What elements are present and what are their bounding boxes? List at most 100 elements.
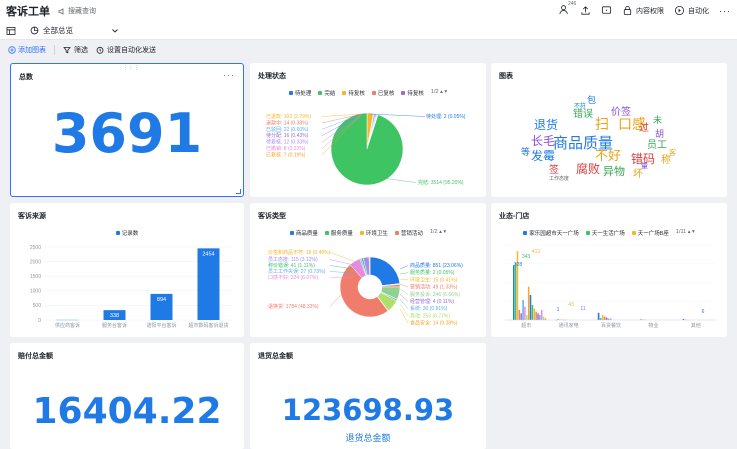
auto-send-button[interactable]: 设置自动化发送 (96, 45, 156, 55)
label-leader (329, 259, 355, 266)
chevron-down-icon (112, 28, 118, 33)
members-button[interactable]: 246 (559, 1, 576, 17)
total-count-card[interactable]: 总数 ··· ⋮⋮⋮ 3691 (10, 63, 244, 197)
wordcloud-word: 不符 (574, 102, 586, 110)
drag-handle[interactable]: ⋮⋮⋮ (123, 65, 140, 71)
automation-button[interactable]: 自动化 (674, 5, 709, 16)
label-leader (399, 265, 409, 270)
bar (513, 265, 515, 320)
x-tick-label: 通讯家电 (559, 322, 579, 329)
type-pie-card[interactable]: 客诉类型 商品质量 服务质量 环境卫生 营销活动 1/2 ▴ ▾ 价签和商品不符: 18… (250, 203, 486, 337)
bar-value-label: 2454 (202, 251, 214, 257)
wordcloud-word: 等 (521, 146, 530, 157)
slice-label: 已退款: 103 (2.79%) (266, 113, 311, 120)
comment-icon[interactable] (601, 5, 612, 16)
bar (541, 310, 543, 320)
clock-icon (96, 46, 104, 54)
lock-icon (623, 5, 632, 16)
x-tick-label: 超市数码客诉退货 (188, 322, 228, 329)
bar (527, 286, 530, 320)
toolbar-divider (54, 45, 55, 55)
wordcloud-word: 过 (639, 121, 649, 134)
wordcloud-chart: 商品质量扫 口感退货价签错误长毛发霉 不好 错码员工腐败 异物 坏包过称胡未等签不符工作态… (521, 94, 676, 182)
top-bar: 客诉工单 搜藏查询 246 内容权限 自动化 ··· (0, 0, 737, 22)
slice-label: 完结: 3514 (95.20%) (418, 179, 464, 186)
wordcloud-word: 扫 (595, 116, 609, 132)
bar (542, 316, 545, 320)
bar (197, 248, 220, 320)
automation-icon (674, 5, 685, 16)
more-icon[interactable]: ··· (719, 6, 731, 16)
bar (522, 300, 524, 320)
wordcloud-word: 异物 (603, 164, 625, 178)
bar (524, 306, 526, 320)
label-leader (399, 303, 409, 317)
label-leader (329, 252, 355, 262)
slice-label: 已复核: 7 (0.19%) (266, 151, 306, 158)
bar (535, 311, 537, 320)
slice-label: 商品质量: 851 (23.06%) (410, 262, 463, 269)
x-tick-label: 供应商客诉 (55, 322, 80, 329)
compensation-card[interactable]: 赔付总金额 16404.22 (10, 343, 244, 449)
y-tick-label: 2000 (30, 259, 41, 265)
card-title: 退货总金额 (258, 353, 293, 360)
source-bar-chart: 0 500 1000 1500 2000 2500 供应商客诉 338 服务台客诉 894 诺阳平台… (30, 245, 232, 329)
slice-label: 经营管理: 4 (0.11%) (410, 298, 454, 305)
dashboard-icon[interactable] (6, 26, 16, 36)
store-bar-card[interactable]: 业态-门店 家乐园超市天一广场 天一生活广场 天一广场B座 1/11 ▴ ▾ 超市 通讯… (491, 203, 727, 337)
bar (601, 315, 604, 320)
add-chart-button[interactable]: 添加图表 (8, 45, 46, 55)
permission-button[interactable]: 内容权限 (622, 5, 664, 16)
megaphone-icon (58, 7, 64, 15)
y-tick-label: 2500 (30, 245, 41, 251)
slice-label: 食品安全: 14 (0.38%) (410, 320, 458, 327)
feedback-link[interactable]: 搜藏查询 (58, 6, 96, 16)
y-tick-label: 1000 (30, 289, 41, 295)
bar (603, 316, 606, 320)
notification-count: 246 (568, 1, 577, 7)
share-icon[interactable] (580, 5, 591, 16)
auto-send-label: 设置自动化发送 (107, 47, 156, 54)
status-pie-chart: 已退款: 103 (2.79%)退款中: 14 (0.38%)已驳回: 22 (… (266, 112, 466, 186)
bar (526, 315, 528, 320)
view-selector[interactable]: 全部总览 (30, 25, 119, 36)
wordcloud-word: 不好 (595, 148, 621, 163)
slice-label: 环境卫生: 15 (0.41%) (410, 276, 458, 283)
source-bar-card[interactable]: 客诉来源 记录数 0 500 1000 1500 2000 2500 供应商客诉 338 服务台… (10, 203, 244, 337)
wordcloud-word: 发霉 (531, 148, 555, 163)
wordcloud-word: 价签 (611, 105, 631, 118)
bar (514, 262, 517, 320)
app-title: 客诉工单 (6, 6, 50, 18)
x-tick-label: 服务台客诉 (102, 322, 127, 329)
bar-value-label: 338 (110, 313, 119, 319)
bar (537, 313, 539, 320)
filter-button[interactable]: 筛选 (63, 45, 88, 55)
wordcloud-word: 退货 (534, 117, 558, 132)
resize-handle-icon[interactable] (235, 188, 241, 194)
wordcloud-word: 签 (549, 163, 559, 176)
label-leader (399, 278, 409, 281)
x-tick-label: 其他 (691, 322, 701, 329)
bar (529, 295, 532, 320)
slice-label: 其他: 250 (6.77%) (410, 312, 450, 319)
total-count-value: 3691 (51, 102, 203, 165)
bar (599, 318, 602, 320)
slice-label: 系统: 30 (0.81%) (410, 305, 448, 312)
status-pie-card[interactable]: 处理状态 待处理 完结 待复核 已复核 待复核 1/2 ▴ ▾ 已退款: 103 (2.7… (250, 63, 486, 197)
bar-value-label: 413 (532, 249, 541, 255)
refund-card[interactable]: 退货总金额 123698.93 退货总金额 (250, 343, 486, 449)
slice-label: 称价错误: 41 (1.11%) (268, 262, 315, 269)
slice-label: 退换货: 1784 (48.33%) (268, 303, 319, 310)
slice-label: 已驳回: 22 (0.60%) (266, 126, 309, 133)
bar-value-label: 11 (580, 306, 585, 312)
bar (533, 308, 535, 320)
slice-label: 待处理: 2 (0.05%) (426, 113, 466, 120)
top-right-actions: 246 内容权限 自动化 ··· (559, 1, 731, 17)
x-tick-label: 物业 (648, 322, 658, 329)
type-pie-chart: 价签和商品不符: 18 (0.49%)员工态度: 115 (3.12%)称价错误… (268, 249, 463, 327)
bar-value-label: 328 (514, 262, 523, 268)
label-leader (399, 288, 409, 295)
wordcloud-word: 员工 (647, 139, 667, 151)
card-more-icon[interactable]: ··· (223, 70, 235, 80)
wordcloud-card[interactable]: 图表 商品质量扫口感 退货 价签 错误 长毛 发霉 不好 错码 员工 腐败 异物坏包过称胡未等签不符… (491, 63, 727, 197)
